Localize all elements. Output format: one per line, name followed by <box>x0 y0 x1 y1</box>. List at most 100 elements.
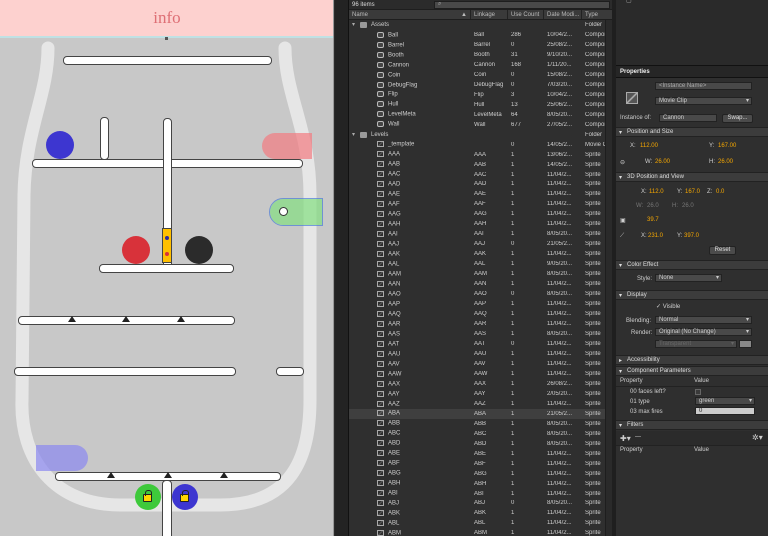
library-folder-row[interactable]: ▾ Levels Folder <box>349 130 612 140</box>
library-item-row[interactable]: AAO AAO 0 8/05/20... Sprite <box>349 289 612 299</box>
width-value[interactable]: 26.00 <box>655 159 670 165</box>
library-item-row[interactable]: AAB AAB 1 14/05/2... Sprite <box>349 160 612 170</box>
library-item-row[interactable]: AAF AAF 1 11/04/2... Sprite <box>349 199 612 209</box>
library-item-row[interactable]: AAW AAW 1 11/04/2... Sprite <box>349 369 612 379</box>
col-name[interactable]: Name ▲ <box>349 10 471 19</box>
library-item-row[interactable]: ABM ABM 1 11/04/2... Sprite <box>349 528 612 536</box>
cannon-green-selected[interactable] <box>269 198 323 226</box>
library-item-row[interactable]: AAL AAL 1 9/05/20... Sprite <box>349 259 612 269</box>
perspective-value[interactable]: 39.7 <box>647 217 659 223</box>
chevron-down-icon[interactable]: ▾ <box>352 131 360 138</box>
section-filters[interactable]: ▾ Filters <box>616 420 768 430</box>
library-search-input[interactable]: ⌕ <box>434 0 610 9</box>
library-item-row[interactable]: AAG AAG 1 11/04/2... Sprite <box>349 209 612 219</box>
chevron-down-icon[interactable]: ▾ <box>352 21 360 28</box>
wall-lower-right[interactable] <box>276 367 304 376</box>
ball-dark[interactable] <box>185 236 213 264</box>
render-select[interactable]: Original (No Change) ▾ <box>655 328 752 336</box>
style-select[interactable]: None ▾ <box>655 274 722 282</box>
stage[interactable]: info <box>0 0 334 536</box>
library-scrollbar[interactable] <box>605 20 612 536</box>
library-item-row[interactable]: AAE AAE 1 11/04/2... Sprite <box>349 189 612 199</box>
library-item-row[interactable]: AAY AAY 1 2/05/20... Sprite <box>349 389 612 399</box>
library-item-row[interactable]: Hull Hull 13 25/06/2... Compon <box>349 100 612 110</box>
library-item-row[interactable]: ABL ABL 1 11/04/2... Sprite <box>349 518 612 528</box>
section-component-parameters[interactable]: ▾ Component Parameters <box>616 366 768 376</box>
library-item-row[interactable]: AAX AAX 1 26/08/2... Sprite <box>349 379 612 389</box>
ball-red[interactable] <box>122 236 150 264</box>
library-item-row[interactable]: AAM AAM 1 8/05/20... Sprite <box>349 269 612 279</box>
wall-top[interactable] <box>63 56 272 65</box>
param-checkbox[interactable] <box>695 389 701 395</box>
library-item-row[interactable]: AAK AAK 1 11/04/2... Sprite <box>349 249 612 259</box>
swap-button[interactable]: Swap... <box>722 114 753 123</box>
instance-name-input[interactable]: <Instance Name> <box>655 82 752 90</box>
flip-yellow[interactable] <box>162 228 172 263</box>
library-item-row[interactable]: Coin Coin 0 15/08/2... Compon <box>349 70 612 80</box>
link-icon[interactable]: ⊖ <box>620 159 625 166</box>
blending-select[interactable]: Normal ▾ <box>655 316 752 324</box>
library-item-row[interactable]: AAQ AAQ 1 11/04/2... Sprite <box>349 309 612 319</box>
section-display[interactable]: ▾ Display <box>616 290 768 300</box>
library-item-row[interactable]: ABK ABK 1 11/04/2... Sprite <box>349 508 612 518</box>
section-accessibility[interactable]: ▸ Accessibility <box>616 355 768 365</box>
library-item-row[interactable]: AAP AAP 1 11/04/2... Sprite <box>349 299 612 309</box>
param-max-fires-input[interactable]: 0 <box>695 407 755 415</box>
param-type-select[interactable]: green ▾ <box>695 397 755 405</box>
library-item-row[interactable]: AAN AAN 1 11/04/2... Sprite <box>349 279 612 289</box>
section-position-size[interactable]: ▾ Position and Size <box>616 127 768 137</box>
pos-y-value[interactable]: 167.00 <box>718 143 736 149</box>
library-item-row[interactable]: ABJ ABJ 0 8/05/20... Sprite <box>349 499 612 509</box>
3d-z-value[interactable]: 0.0 <box>716 189 724 195</box>
library-item-row[interactable]: AAV AAV 1 11/04/2... Sprite <box>349 359 612 369</box>
section-color-effect[interactable]: ▾ Color Effect <box>616 260 768 270</box>
wall-post-left[interactable] <box>100 117 109 160</box>
library-item-row[interactable]: ABC ABC 1 8/05/20... Sprite <box>349 429 612 439</box>
library-item-row[interactable]: AAH AAH 1 11/04/2... Sprite <box>349 219 612 229</box>
library-item-row[interactable]: ABA ABA 1 21/05/2... Sprite <box>349 408 612 419</box>
library-item-row[interactable]: ABI ABI 1 11/04/2... Sprite <box>349 489 612 499</box>
section-3d-position[interactable]: ▾ 3D Position and View <box>616 172 768 182</box>
ball-blue[interactable] <box>46 131 74 159</box>
cannon-lavender[interactable] <box>36 445 88 471</box>
library-item-row[interactable]: LevelMeta LevelMeta 64 8/05/20... Compon <box>349 110 612 120</box>
visible-checkbox[interactable]: ✓ Visible <box>656 303 680 310</box>
add-filter-icon[interactable]: ✚▾ <box>620 434 631 443</box>
checkbox-icon[interactable]: ▢ <box>626 0 632 4</box>
col-type[interactable]: Type <box>582 10 612 19</box>
tab-properties[interactable]: Properties <box>620 69 650 75</box>
height-value[interactable]: 26.00 <box>718 159 733 165</box>
library-item-row[interactable]: Cannon Cannon 168 1/11/20... Compon <box>349 60 612 70</box>
vp-x-value[interactable]: 231.0 <box>648 233 663 239</box>
gear-icon[interactable]: ✲▾ <box>752 433 763 442</box>
remove-filter-icon[interactable]: — <box>635 434 641 440</box>
library-item-row[interactable]: AAC AAC 1 11/04/2... Sprite <box>349 170 612 180</box>
library-item-row[interactable]: AAA AAA 1 13/06/2... Sprite <box>349 150 612 160</box>
library-item-row[interactable]: AAR AAR 1 11/04/2... Sprite <box>349 319 612 329</box>
library-item-row[interactable]: ABF ABF 1 11/04/2... Sprite <box>349 459 612 469</box>
library-item-row[interactable]: ABH ABH 1 11/04/2... Sprite <box>349 479 612 489</box>
library-item-row[interactable]: DebugFlag DebugFlag 0 7/03/20... Compon <box>349 80 612 90</box>
library-item-row[interactable]: AAS AAS 1 8/05/20... Sprite <box>349 329 612 339</box>
library-item-row[interactable]: AAU AAU 1 11/04/2... Sprite <box>349 349 612 359</box>
library-item-row[interactable]: ABG ABG 1 11/04/2... Sprite <box>349 469 612 479</box>
wall-lower-left[interactable] <box>14 367 236 376</box>
library-item-row[interactable]: AAT AAT 0 11/04/2... Sprite <box>349 339 612 349</box>
library-item-row[interactable]: Barrel Barrel 0 25/08/2... Compon <box>349 40 612 50</box>
pos-x-value[interactable]: 112.00 <box>640 143 658 149</box>
library-item-row[interactable]: Booth Booth 31 9/10/20... Compon <box>349 50 612 60</box>
reset-button[interactable]: Reset <box>709 246 736 255</box>
wall-middle[interactable] <box>99 264 234 273</box>
cannon-pink[interactable] <box>262 133 312 159</box>
symbol-type-select[interactable]: Movie Clip ▾ <box>655 97 752 105</box>
library-item-row[interactable]: AAI AAI 1 8/05/20... Sprite <box>349 229 612 239</box>
library-item-row[interactable]: ABB ABB 1 8/05/20... Sprite <box>349 419 612 429</box>
col-linkage[interactable]: Linkage <box>471 10 508 19</box>
library-item-row[interactable]: Flip Flip 3 10/04/2... Compon <box>349 90 612 100</box>
library-item-row[interactable]: AAZ AAZ 1 11/04/2... Sprite <box>349 399 612 409</box>
library-item-row[interactable]: Ball Ball 286 10/04/2... Compon <box>349 30 612 40</box>
library-item-row[interactable]: ABE ABE 1 11/04/2... Sprite <box>349 449 612 459</box>
library-item-row[interactable]: AAJ AAJ 0 21/05/2... Sprite <box>349 239 612 249</box>
3d-y-value[interactable]: 167.0 <box>685 189 700 195</box>
col-use-count[interactable]: Use Count <box>508 10 544 19</box>
